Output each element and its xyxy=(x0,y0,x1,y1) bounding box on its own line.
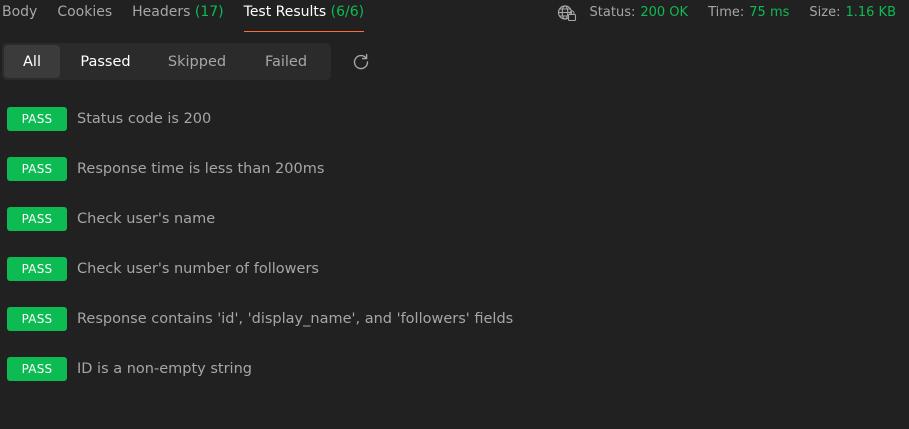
test-name: Response contains 'id', 'display_name', … xyxy=(77,311,514,327)
pass-badge: PASS xyxy=(7,157,67,181)
response-panel: Body Cookies Headers (17) Test Results (… xyxy=(0,0,909,429)
test-results-list: PASS Status code is 200 PASS Response ti… xyxy=(7,107,887,407)
status-value[interactable]: 200 OK xyxy=(640,5,688,21)
list-item: PASS Check user's number of followers xyxy=(7,257,887,307)
filter-failed-button[interactable]: Failed xyxy=(243,45,329,78)
size-readout: Size: 1.16 KB xyxy=(809,5,896,21)
status-readout: Status: 200 OK xyxy=(590,5,689,21)
tab-body[interactable]: Body xyxy=(2,0,37,32)
refresh-icon[interactable] xyxy=(351,52,371,72)
status-label: Status: xyxy=(589,5,636,20)
pass-badge: PASS xyxy=(7,357,67,381)
time-label: Time: xyxy=(708,5,745,20)
response-meta: Status: 200 OK Time: 75 ms Size: 1.16 KB xyxy=(556,4,896,22)
test-results-filter: All Passed Skipped Failed xyxy=(2,43,331,80)
response-tab-bar: Body Cookies Headers (17) Test Results (… xyxy=(0,0,909,32)
filter-all-button[interactable]: All xyxy=(4,45,60,78)
list-item: PASS Response contains 'id', 'display_na… xyxy=(7,307,887,357)
test-name: Response time is less than 200ms xyxy=(77,161,325,177)
tab-cookies[interactable]: Cookies xyxy=(57,0,112,32)
filter-skipped-button[interactable]: Skipped xyxy=(151,45,243,78)
globe-lock-icon[interactable] xyxy=(556,4,578,22)
test-name: Check user's number of followers xyxy=(77,261,319,277)
pass-badge: PASS xyxy=(7,107,67,131)
pass-badge: PASS xyxy=(7,257,67,281)
list-item: PASS ID is a non-empty string xyxy=(7,357,887,407)
pass-badge: PASS xyxy=(7,307,67,331)
test-name: Check user's name xyxy=(77,211,216,227)
tab-test-results[interactable]: Test Results (6/6) xyxy=(243,0,365,32)
response-tabs: Body Cookies Headers (17) Test Results (… xyxy=(0,0,384,32)
tab-headers-label: Headers xyxy=(132,4,191,20)
filter-passed-button[interactable]: Passed xyxy=(60,45,151,78)
test-name: Status code is 200 xyxy=(77,111,212,127)
list-item: PASS Response time is less than 200ms xyxy=(7,157,887,207)
tab-body-label: Body xyxy=(2,4,38,20)
tab-test-results-label: Test Results xyxy=(243,4,327,20)
size-label: Size: xyxy=(809,5,841,20)
tab-test-results-count: (6/6) xyxy=(330,4,365,20)
pass-badge: PASS xyxy=(7,207,67,231)
tab-cookies-label: Cookies xyxy=(57,4,113,20)
tab-headers[interactable]: Headers (17) xyxy=(132,0,223,32)
time-readout: Time: 75 ms xyxy=(708,5,789,21)
list-item: PASS Status code is 200 xyxy=(7,107,887,157)
test-name: ID is a non-empty string xyxy=(77,361,252,377)
size-value[interactable]: 1.16 KB xyxy=(845,5,896,21)
tab-headers-count: (17) xyxy=(194,4,224,20)
time-value[interactable]: 75 ms xyxy=(749,5,789,21)
list-item: PASS Check user's name xyxy=(7,207,887,257)
